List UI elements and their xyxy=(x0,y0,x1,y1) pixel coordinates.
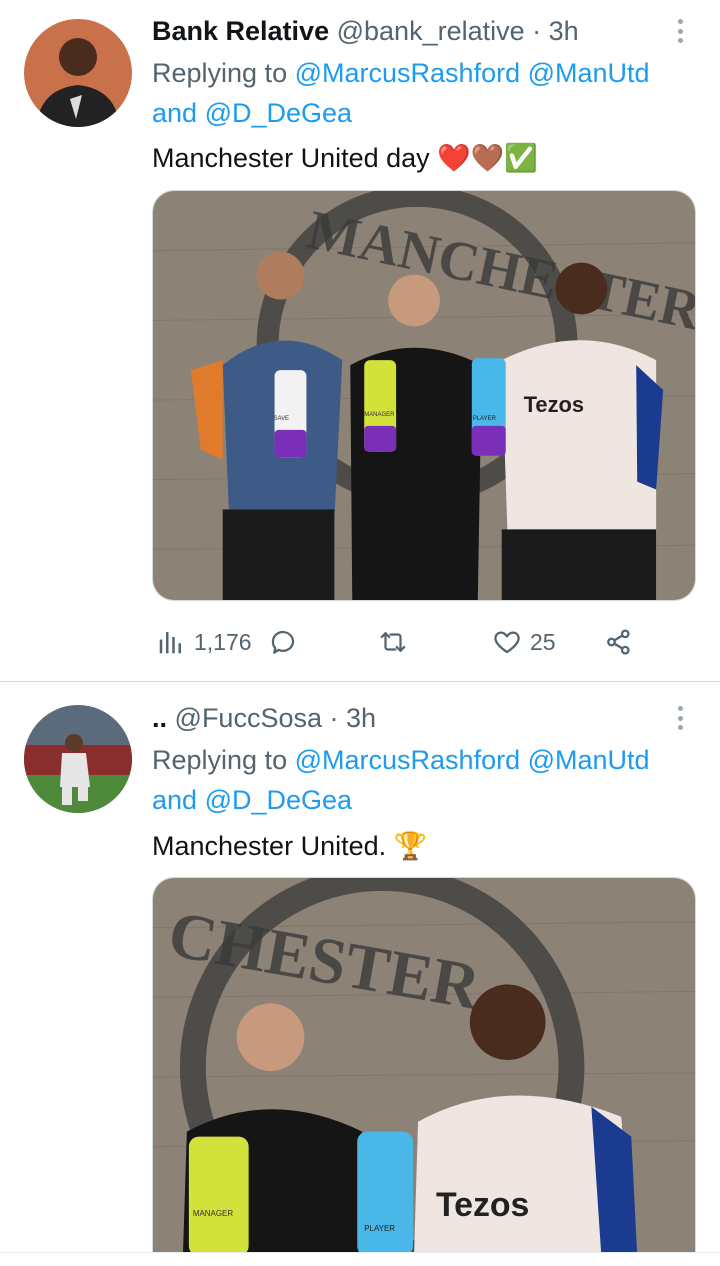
trophy-label: MANAGER xyxy=(193,1209,234,1218)
replying-to: Replying to @MarcusRashford @ManUtd and … xyxy=(152,740,702,820)
trophy-label: MANAGER xyxy=(364,412,395,418)
mention-link[interactable]: @D_DeGea xyxy=(205,785,352,815)
like-icon xyxy=(494,631,520,654)
timestamp[interactable]: 3h xyxy=(346,703,376,733)
share-icon xyxy=(607,629,630,655)
views-count: 1,176 xyxy=(194,628,252,655)
and-word: and xyxy=(152,98,198,128)
trophy-label: PLAYER xyxy=(364,1224,395,1233)
tweet-header: Bank Relative @bank_relative · 3h xyxy=(152,14,579,48)
display-name[interactable]: Bank Relative xyxy=(152,16,329,46)
bottom-bar xyxy=(0,1252,720,1266)
tweet-image[interactable]: CHESTER Tezos MANAGER PLAYER xyxy=(152,877,696,1257)
user-handle[interactable]: @bank_relative xyxy=(337,16,525,46)
trophy-label: PLAYER xyxy=(473,416,497,422)
timestamp[interactable]: 3h xyxy=(549,16,579,46)
avatar-image xyxy=(24,19,132,127)
tweet-actions: 1,176 25 xyxy=(152,622,652,662)
tweet-text: Manchester United. 🏆 xyxy=(152,831,428,861)
tweet-text: Manchester United day ❤️🤎✅ xyxy=(152,143,539,173)
reply-icon xyxy=(271,630,295,654)
mention-link[interactable]: @D_DeGea xyxy=(205,98,352,128)
tweet[interactable]: .. @FuccSosa · 3h Replying to @MarcusRas… xyxy=(0,683,720,1266)
photo-award-winners: MANCHESTER Tezos SAVE MANAGER PLAYER xyxy=(153,191,695,600)
mention-link[interactable]: @ManUtd xyxy=(528,745,650,775)
views-icon xyxy=(159,632,181,654)
mention-link[interactable]: @MarcusRashford xyxy=(295,745,520,775)
user-handle[interactable]: @FuccSosa xyxy=(175,703,322,733)
more-icon[interactable] xyxy=(668,703,692,733)
like-button[interactable]: 25 xyxy=(492,622,556,662)
replying-to: Replying to @MarcusRashford @ManUtd and … xyxy=(152,53,702,133)
share-button[interactable] xyxy=(604,622,634,662)
avatar[interactable] xyxy=(24,705,132,813)
reply-button[interactable] xyxy=(268,622,298,662)
and-word: and xyxy=(152,785,198,815)
retweet-icon xyxy=(380,632,406,652)
avatar[interactable] xyxy=(24,19,132,127)
display-name[interactable]: .. xyxy=(152,703,167,733)
sponsor-text: Tezos xyxy=(524,392,584,417)
mention-link[interactable]: @ManUtd xyxy=(528,58,650,88)
tweet[interactable]: Bank Relative @bank_relative · 3h Replyi… xyxy=(0,0,720,682)
likes-count: 25 xyxy=(530,628,556,655)
photo-award-winners: CHESTER Tezos MANAGER PLAYER xyxy=(153,878,695,1256)
replying-prefix: Replying to xyxy=(152,58,288,88)
more-icon[interactable] xyxy=(668,16,692,46)
separator-dot: · xyxy=(532,16,542,46)
separator-dot: · xyxy=(329,703,339,733)
mention-link[interactable]: @MarcusRashford xyxy=(295,58,520,88)
retweet-button[interactable] xyxy=(378,622,408,662)
avatar-image xyxy=(24,705,132,813)
tweet-header: .. @FuccSosa · 3h xyxy=(152,701,376,735)
views-button[interactable]: 1,176 xyxy=(156,622,252,662)
sponsor-text: Tezos xyxy=(436,1186,529,1224)
trophy-label: SAVE xyxy=(274,416,290,422)
tweet-image[interactable]: MANCHESTER Tezos SAVE MANAGER PLAYER xyxy=(152,190,696,601)
replying-prefix: Replying to xyxy=(152,745,288,775)
